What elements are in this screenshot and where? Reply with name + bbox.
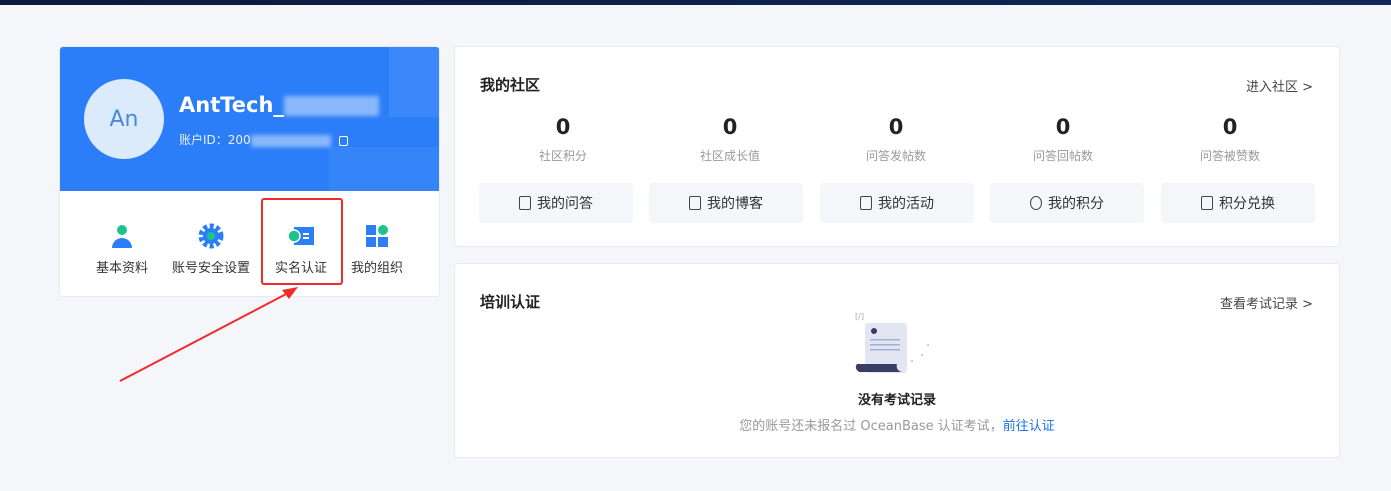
- document-icon: [689, 196, 701, 210]
- question-icon: [519, 196, 531, 210]
- empty-title: 没有考试记录: [857, 393, 936, 408]
- badge-icon: [860, 196, 872, 210]
- training-card: 培训认证 查看考试记录 > [/] 没有考试记录 您的账号还未报名过 Ocean…: [454, 263, 1340, 458]
- my-qa-button[interactable]: 我的问答: [479, 183, 633, 223]
- stat-likes: 0 问答被赞数: [1199, 115, 1260, 163]
- empty-document-illustration: [/]: [855, 312, 930, 373]
- annotation-arrow: [119, 287, 298, 382]
- empty-description: 您的账号还未报名过 OceanBase 认证考试，前往认证: [739, 419, 1055, 434]
- my-points-button[interactable]: 我的积分: [990, 183, 1144, 223]
- my-activity-button[interactable]: 我的活动: [820, 183, 974, 223]
- points-exchange-button[interactable]: 积分兑换: [1161, 183, 1315, 223]
- stat-community-points: 0 社区积分: [538, 115, 587, 163]
- store-icon: [1201, 196, 1213, 210]
- community-title: 我的社区: [480, 76, 541, 94]
- view-exam-records-link[interactable]: 查看考试记录 >: [1220, 293, 1313, 312]
- training-title: 培训认证: [480, 293, 541, 311]
- my-blog-button[interactable]: 我的博客: [649, 183, 803, 223]
- community-card: 我的社区 进入社区 > 0 社区积分 0 社区成长值 0 问答发帖数 0 问答回帖数 0…: [454, 46, 1340, 247]
- stat-posts: 0 问答发帖数: [865, 115, 926, 163]
- enter-community-link[interactable]: 进入社区 >: [1246, 76, 1313, 95]
- svg-text:[/]: [/]: [855, 312, 864, 321]
- coins-icon: [1030, 196, 1042, 210]
- go-certify-link[interactable]: 前往认证: [1003, 419, 1055, 434]
- stat-growth: 0 社区成长值: [699, 115, 760, 163]
- stat-replies: 0 问答回帖数: [1032, 115, 1093, 163]
